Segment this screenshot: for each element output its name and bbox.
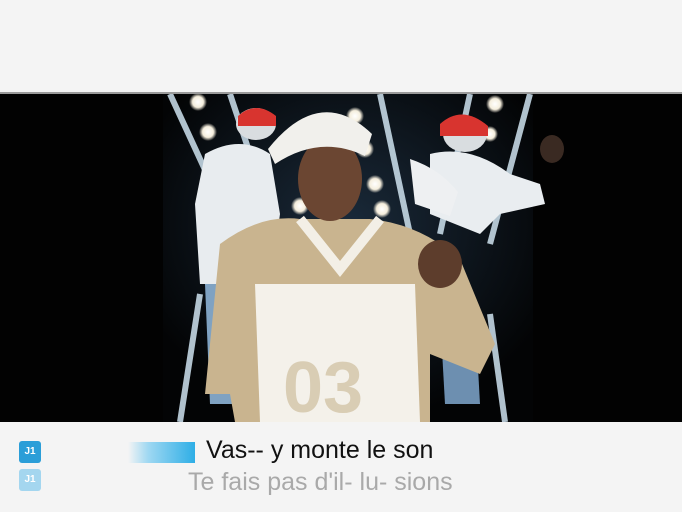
player-1-badge: J1 [19, 441, 41, 463]
video-scene: 03 [163, 94, 564, 422]
lyrics-panel: J1 J1 Vas-- y monte le son Te fais pas d… [0, 422, 682, 512]
music-video-frame: 03 [0, 94, 682, 422]
current-lyric-line: Vas-- y monte le son [206, 436, 434, 464]
next-lyric-line: Te fais pas d'il- lu- sions [188, 468, 453, 496]
lyric-progress-bar [128, 442, 195, 463]
player-2-badge: J1 [19, 469, 41, 491]
top-bar [0, 0, 682, 94]
jersey-number: 03 [283, 348, 363, 422]
